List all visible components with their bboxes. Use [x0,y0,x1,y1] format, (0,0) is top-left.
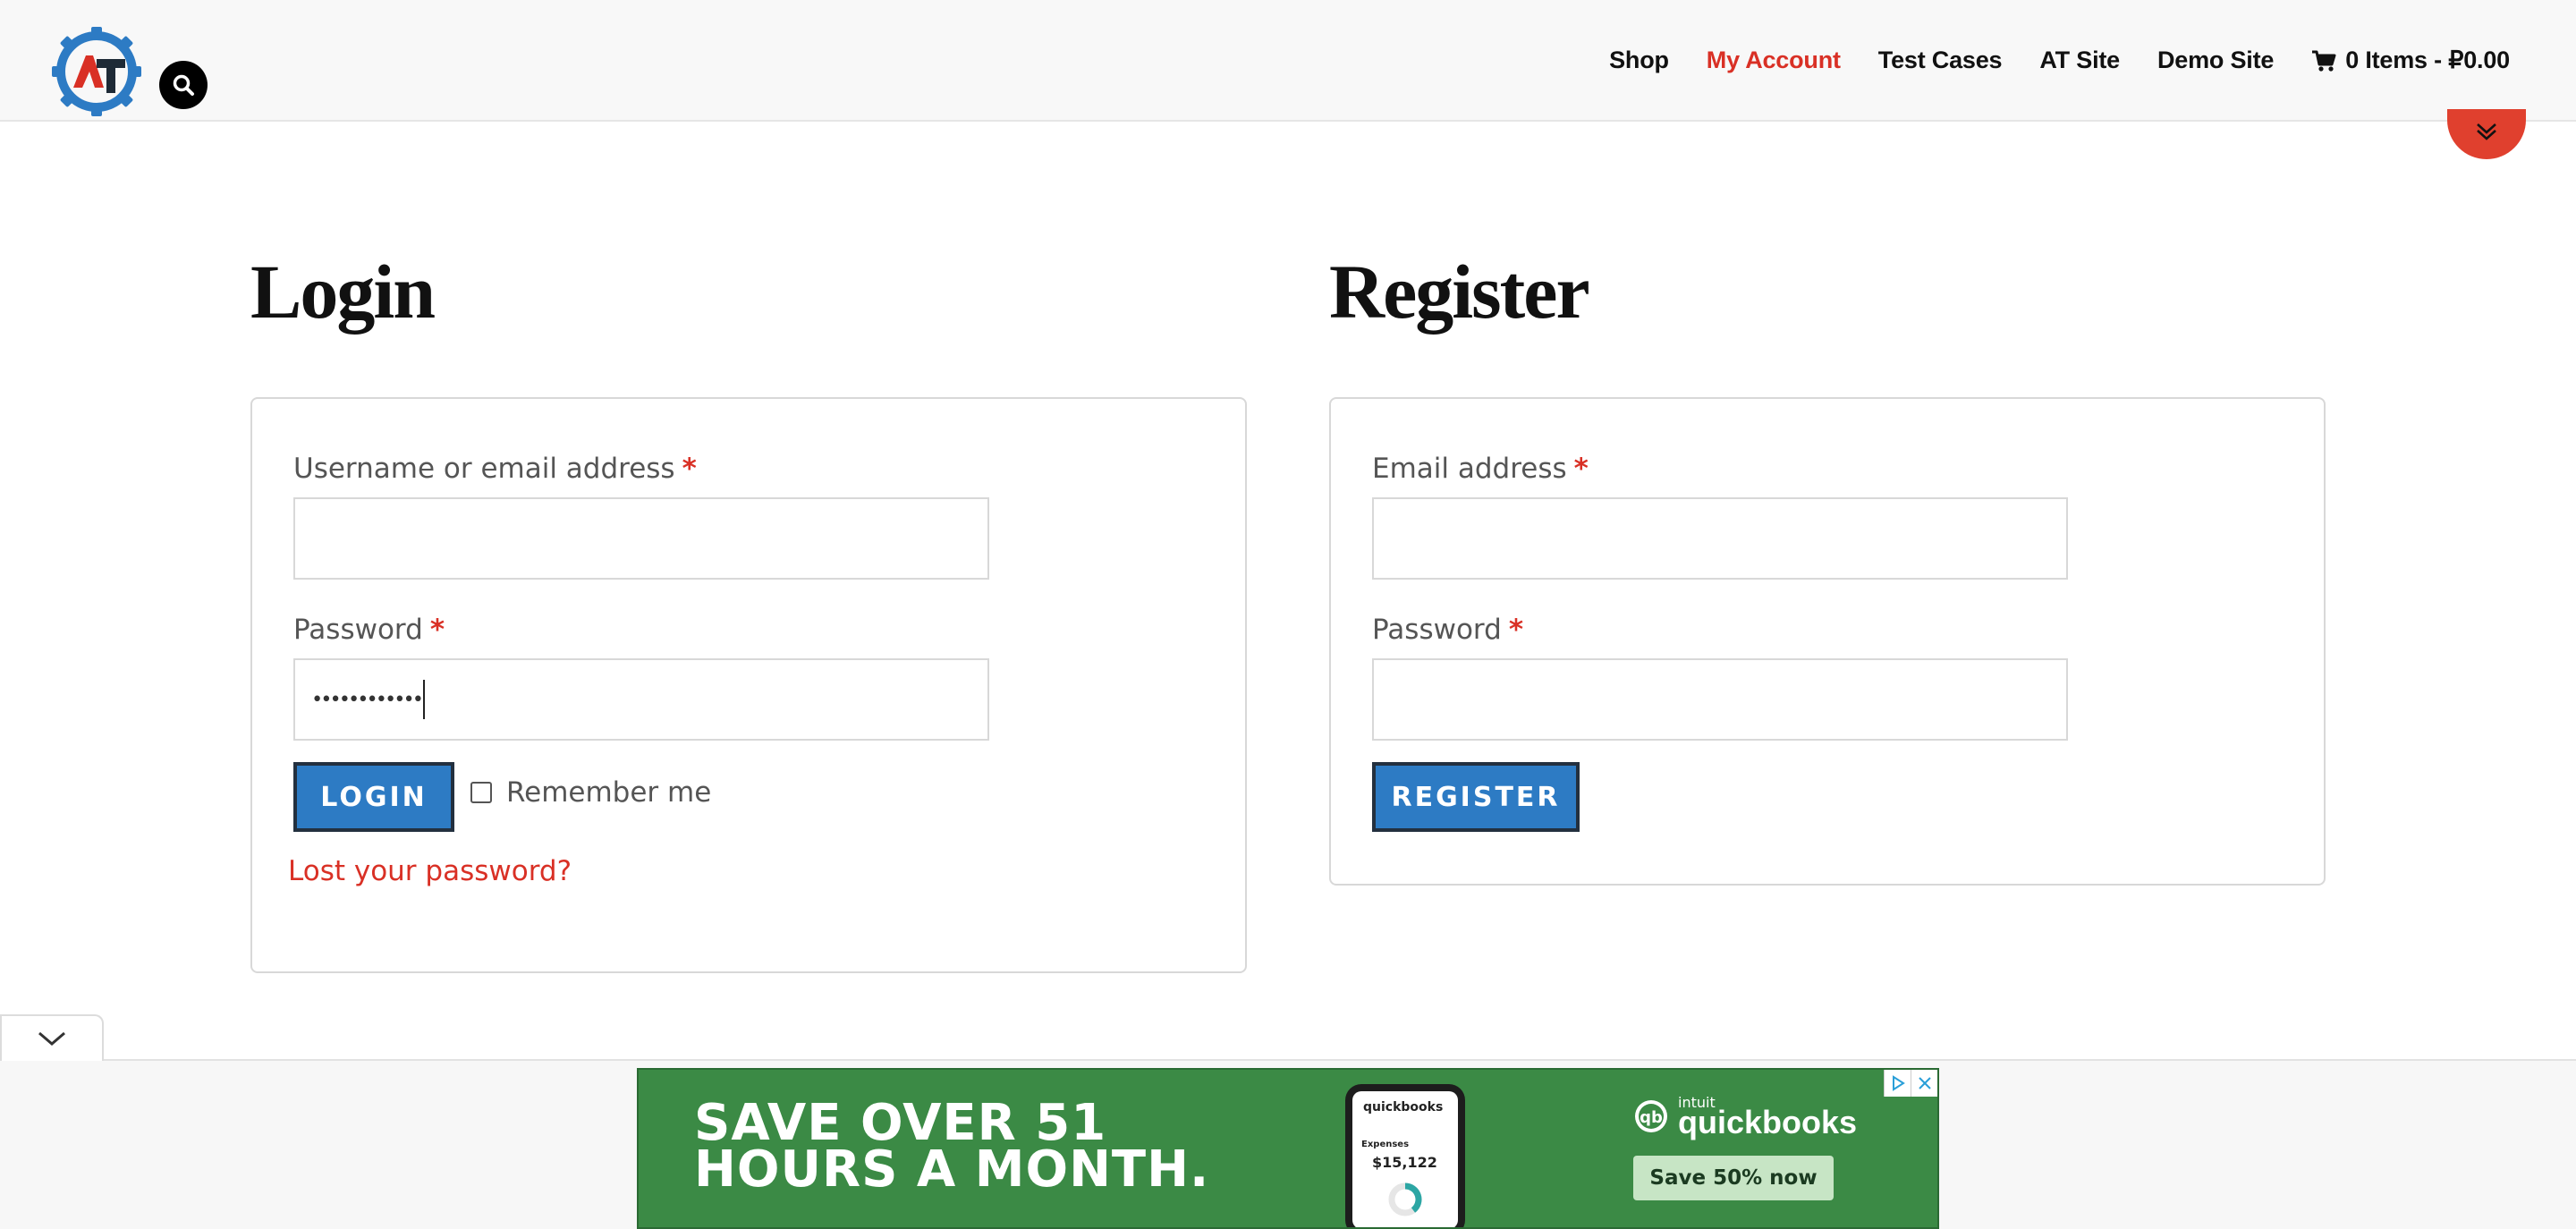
search-icon [173,74,194,96]
text-caret [422,680,425,719]
scroll-toggle-button[interactable] [2447,109,2526,159]
nav-demo-site[interactable]: Demo Site [2157,47,2274,74]
gear-logo-icon [52,27,141,116]
nav-cart[interactable]: 0 Items - ₽0.00 [2311,47,2510,74]
cart-summary: 0 Items - ₽0.00 [2345,47,2510,73]
cart-icon [2312,50,2336,72]
nav-at-site[interactable]: AT Site [2039,47,2120,74]
login-button[interactable]: LOGIN [293,762,454,832]
remember-me-label: Remember me [506,776,712,809]
collapse-ad-tab[interactable] [0,1014,104,1061]
chevron-double-down-icon [2477,123,2496,140]
nav-my-account[interactable]: My Account [1707,47,1841,74]
password-input-value: •••••••••••• [311,688,424,711]
required-marker: * [429,614,445,646]
ad-phone-amount: $15,122 [1372,1154,1437,1171]
required-marker: * [1573,453,1589,485]
search-button[interactable] [159,61,208,109]
svg-text:qb: qb [1640,1108,1663,1127]
email-label: Email address * [1372,453,1589,485]
ad-phone-image: quickbooks Expenses $15,122 [1345,1084,1465,1227]
login-section: Login Username or email address * Passwor… [250,242,1247,973]
remember-me-checkbox[interactable] [470,782,492,803]
password-label: Password * [293,614,445,646]
adchoices-icon [1892,1075,1905,1091]
username-input[interactable] [293,497,989,580]
ad-phone-brand: quickbooks [1363,1100,1444,1115]
quickbooks-logo-icon: qb [1635,1100,1667,1132]
advertisement-banner[interactable]: SAVE OVER 51 HOURS A MONTH. quickbooks E… [637,1068,1939,1229]
register-email-input[interactable] [1372,497,2068,580]
register-button[interactable]: REGISTER [1372,762,1580,832]
required-marker: * [682,453,697,485]
donut-chart-icon [1388,1182,1422,1216]
nav-test-cases[interactable]: Test Cases [1878,47,2003,74]
close-icon [1918,1077,1931,1089]
ad-cta-button[interactable]: Save 50% now [1633,1156,1834,1200]
ad-headline: SAVE OVER 51 HOURS A MONTH. [694,1098,1210,1199]
site-header: Shop My Account Test Cases AT Site Demo … [0,0,2576,122]
ad-phone-screen: quickbooks Expenses $15,122 [1352,1091,1458,1227]
chevron-down-icon [38,1031,65,1046]
ad-brand-name: quickbooks [1678,1104,1858,1140]
register-password-input[interactable] [1372,658,2068,741]
register-form: Email address * Password * REGISTER [1329,397,2326,886]
nav-shop[interactable]: Shop [1609,47,1669,74]
register-password-label: Password * [1372,614,1524,646]
lost-password-link[interactable]: Lost your password? [288,855,572,887]
register-title: Register [1329,249,1590,335]
main-nav: Shop My Account Test Cases AT Site Demo … [1572,47,2510,74]
ad-close-button[interactable] [1911,1070,1937,1097]
login-title: Login [250,249,436,335]
register-section: Register Email address * Password * REGIST… [1329,242,2326,886]
ad-controls [1884,1070,1937,1097]
ad-headline-line-2: HOURS A MONTH. [694,1140,1210,1199]
password-input[interactable]: •••••••••••• [293,658,989,741]
remember-me[interactable]: Remember me [470,776,711,809]
site-logo[interactable] [50,25,143,118]
ad-brand: qb intuit quickbooks [1633,1096,1858,1140]
required-marker: * [1508,614,1524,646]
ad-phone-label: Expenses [1361,1140,1410,1149]
username-label: Username or email address * [293,453,697,485]
login-form: Username or email address * Password * •••… [250,397,1247,973]
ad-choices-button[interactable] [1884,1070,1911,1097]
